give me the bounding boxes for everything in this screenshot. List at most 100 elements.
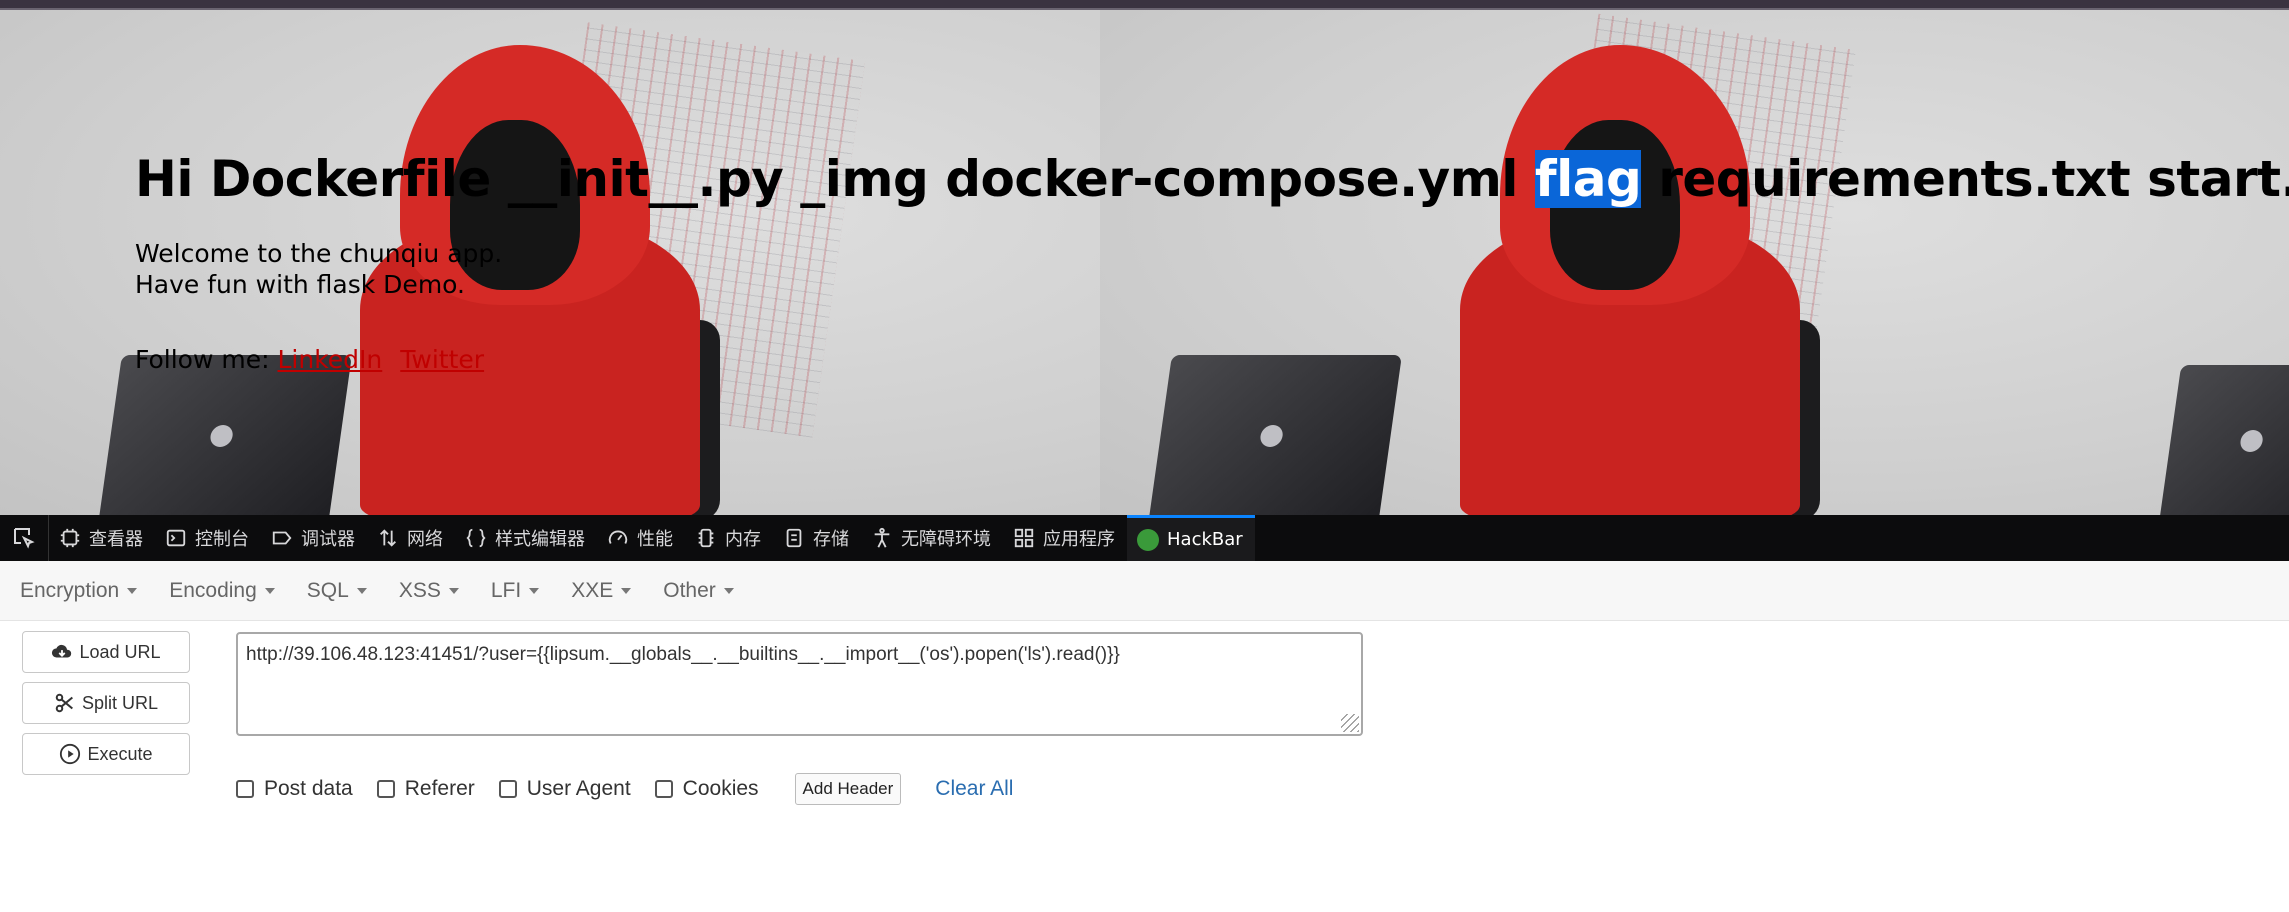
caret-down-icon: [127, 587, 138, 594]
caret-down-icon: [264, 587, 275, 594]
user-agent-checkbox[interactable]: [498, 780, 517, 798]
execute-label: Execute: [87, 743, 153, 764]
split-url-button[interactable]: Split URL: [22, 682, 190, 724]
option-label: Referer: [404, 777, 475, 800]
scissors-icon: [55, 693, 73, 713]
cloud-download-icon: [52, 644, 72, 658]
tab-performance[interactable]: 性能: [597, 515, 685, 561]
follow-label: Follow me:: [135, 345, 270, 374]
add-header-button[interactable]: Add Header: [794, 773, 902, 805]
twitter-link[interactable]: Twitter: [400, 345, 484, 374]
performance-icon: [608, 530, 628, 544]
welcome-line-1: Welcome to the chunqiu app.: [135, 239, 503, 268]
window-top-strip: [0, 0, 2289, 10]
tab-debugger[interactable]: 调试器: [261, 515, 367, 561]
cookies-checkbox[interactable]: [654, 780, 673, 798]
follow-row: Follow me: LinkedIn Twitter: [135, 345, 2289, 374]
element-picker-icon: [14, 528, 35, 549]
element-picker-button[interactable]: [0, 515, 49, 561]
menu-lfi[interactable]: LFI: [490, 578, 540, 603]
clear-all-link[interactable]: Clear All: [935, 777, 1013, 801]
options-row: Post data Referer User Agent Cookies Add…: [236, 773, 1013, 805]
url-textarea[interactable]: http://39.106.48.123:41451/?user={{lipsu…: [236, 632, 1363, 736]
tab-inspector[interactable]: 查看器: [49, 515, 155, 561]
accessibility-icon: [874, 527, 890, 548]
menu-label: XXE: [571, 578, 614, 602]
tab-label: 应用程序: [1043, 529, 1115, 550]
tab-memory[interactable]: 内存: [685, 515, 773, 561]
tab-label: 调试器: [301, 529, 355, 550]
tab-label: 存储: [813, 529, 849, 550]
tab-label: 控制台: [195, 529, 249, 550]
heading-text: Hi Dockerfile __init__.py _img docker-co…: [135, 150, 1535, 208]
tab-label: 样式编辑器: [495, 529, 585, 550]
menu-label: Encryption: [20, 578, 120, 602]
heading-text-rest: requirements.txt start.sh static: [1658, 150, 2289, 208]
tab-hackbar[interactable]: HackBar: [1127, 515, 1255, 561]
caret-down-icon: [356, 587, 367, 594]
debugger-icon: [272, 531, 292, 545]
page-content: Hi Dockerfile __init__.py _img docker-co…: [135, 150, 2289, 374]
tab-application[interactable]: 应用程序: [1003, 515, 1127, 561]
tab-accessibility[interactable]: 无障碍环境: [861, 515, 1003, 561]
caret-down-icon: [621, 587, 632, 594]
menu-label: XSS: [398, 578, 441, 602]
caret-down-icon: [448, 587, 459, 594]
memory-icon: [698, 528, 714, 548]
caret-down-icon: [723, 587, 734, 594]
page-viewport: Hi Dockerfile __init__.py _img docker-co…: [0, 10, 2289, 515]
inspector-icon: [60, 528, 80, 548]
tab-label: 网络: [407, 529, 443, 550]
tab-label: 性能: [637, 529, 673, 550]
url-value: http://39.106.48.123:41451/?user={{lipsu…: [246, 644, 1120, 665]
menu-encoding[interactable]: Encoding: [169, 579, 275, 603]
menu-label: Other: [663, 578, 716, 602]
menu-xxe[interactable]: XXE: [571, 578, 632, 603]
tab-style-editor[interactable]: 样式编辑器: [455, 515, 597, 561]
option-post-data[interactable]: Post data: [236, 777, 353, 801]
selected-text-flag[interactable]: flag: [1534, 150, 1642, 208]
tab-label: 无障碍环境: [901, 529, 991, 550]
menu-label: LFI: [490, 578, 522, 602]
tab-storage[interactable]: 存储: [773, 515, 861, 561]
post-data-checkbox[interactable]: [236, 780, 254, 798]
option-label: Post data: [264, 777, 353, 800]
hackbar-panel: Encryption Encoding SQL XSS LFI XXE Othe…: [0, 561, 2289, 912]
resize-handle-icon[interactable]: [1341, 714, 1359, 732]
hackbar-menubar: Encryption Encoding SQL XSS LFI XXE Othe…: [0, 561, 2289, 621]
option-user-agent[interactable]: User Agent: [498, 777, 631, 801]
storage-icon: [786, 528, 802, 548]
option-label: Cookies: [682, 777, 759, 800]
linkedin-link[interactable]: LinkedIn: [277, 345, 382, 374]
option-cookies[interactable]: Cookies: [654, 777, 759, 801]
play-circle-icon: [60, 743, 81, 765]
welcome-line-2: Have fun with flask Demo.: [135, 270, 465, 299]
hackbar-icon: [1137, 528, 1159, 551]
application-icon: [1014, 528, 1034, 548]
devtools-toolbar: 查看器 控制台 调试器 网络 样式编辑器 性能 内存 存储 无障碍环境 应用程序…: [0, 515, 2289, 561]
tab-label: 查看器: [89, 529, 143, 550]
console-icon: [166, 529, 186, 547]
menu-other[interactable]: Other: [663, 579, 734, 603]
welcome-text: Welcome to the chunqiu app. Have fun wit…: [135, 238, 2289, 300]
menu-encryption[interactable]: Encryption: [20, 578, 138, 603]
page-heading: Hi Dockerfile __init__.py _img docker-co…: [135, 150, 2289, 208]
tab-console[interactable]: 控制台: [155, 515, 261, 561]
menu-xss[interactable]: XSS: [399, 579, 459, 603]
tab-label: HackBar: [1167, 529, 1243, 550]
network-icon: [380, 529, 396, 547]
menu-label: SQL: [306, 578, 349, 602]
execute-button[interactable]: Execute: [22, 733, 190, 775]
style-editor-icon: [466, 528, 486, 548]
referer-checkbox[interactable]: [376, 780, 395, 798]
menu-label: Encoding: [169, 578, 257, 602]
tab-label: 内存: [725, 529, 761, 550]
caret-down-icon: [529, 587, 540, 594]
option-label: User Agent: [526, 777, 631, 800]
option-referer[interactable]: Referer: [376, 777, 475, 801]
load-url-button[interactable]: Load URL: [22, 631, 190, 673]
load-url-label: Load URL: [79, 641, 161, 662]
tab-network[interactable]: 网络: [367, 515, 455, 561]
split-url-label: Split URL: [81, 692, 159, 713]
menu-sql[interactable]: SQL: [307, 579, 367, 603]
